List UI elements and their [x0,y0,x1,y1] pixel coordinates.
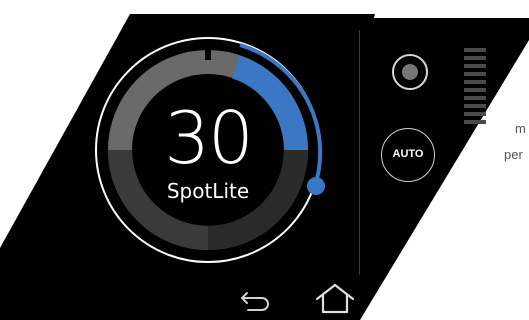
spotlite-control-panel: 30 SpotLite AUTO m per [0,0,529,320]
level-bar [464,104,486,108]
level-bar [464,48,486,52]
panel-divider [359,30,360,275]
home-icon[interactable] [314,282,356,316]
level-bar [464,64,486,68]
level-bar [464,72,486,76]
level-bar [464,56,486,60]
record-mode-button[interactable] [392,54,428,90]
dial-value: 30 [164,96,254,180]
record-dot-icon [402,64,418,80]
auto-button[interactable]: AUTO [381,128,435,182]
level-meter[interactable] [464,48,490,138]
back-arrow-icon[interactable] [238,285,274,313]
level-bar [464,80,486,84]
side-text-line-2: per [504,147,523,162]
dial-handle[interactable] [307,177,325,195]
level-bar [464,120,486,124]
side-text-line-1: m [515,121,526,136]
level-bar [464,112,486,116]
dial-label: SpotLite [166,179,250,203]
level-bar [464,96,486,100]
level-bar [464,88,486,92]
